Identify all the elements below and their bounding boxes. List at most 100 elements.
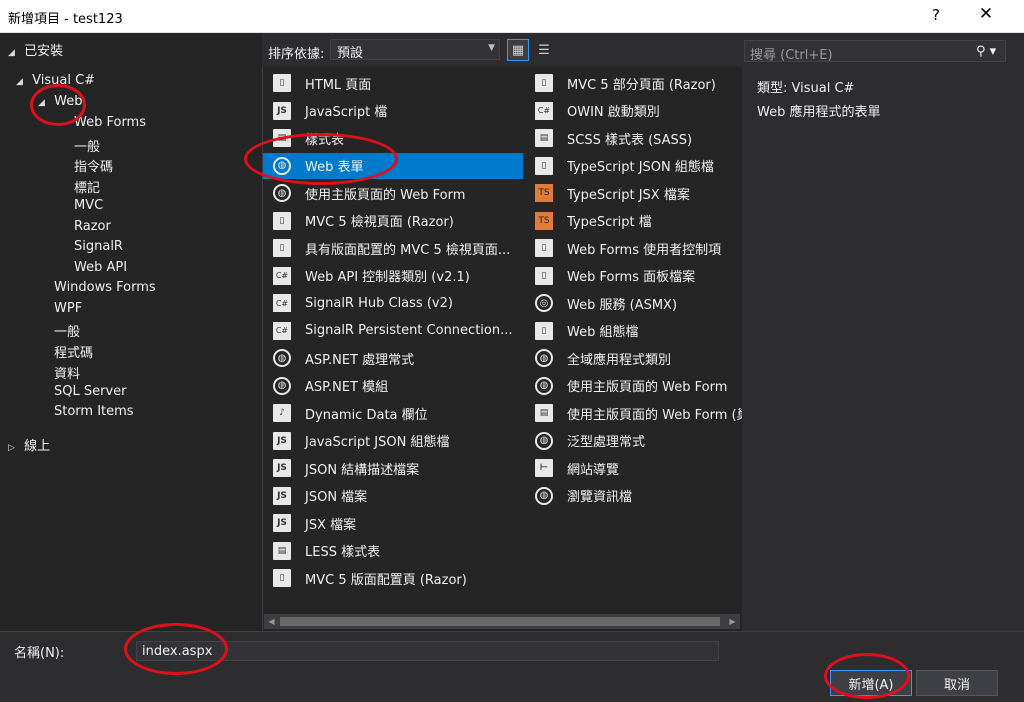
template-item[interactable]: ▤ LESS 樣式表 bbox=[263, 538, 523, 564]
template-item[interactable]: C# SignalR Persistent Connection... bbox=[263, 318, 523, 344]
template-item[interactable]: ♪ Dynamic Data 欄位 bbox=[263, 400, 523, 426]
sitemap-icon: ⊢ bbox=[535, 459, 553, 477]
template-item[interactable]: ▯ MVC 5 版面配置頁 (Razor) bbox=[263, 565, 523, 591]
template-item[interactable]: ▯ HTML 頁面 bbox=[263, 70, 523, 96]
name-label: 名稱(N): bbox=[14, 646, 65, 661]
template-item-label: SCSS 樣式表 (SASS) bbox=[567, 132, 693, 148]
template-item[interactable]: ▯ 具有版面配置的 MVC 5 檢視頁面... bbox=[263, 235, 523, 261]
sort-dropdown[interactable]: 預設 ▼ bbox=[330, 39, 500, 61]
template-item[interactable]: ◍ ASP.NET 處理常式 bbox=[263, 345, 523, 371]
template-item[interactable]: ▯ TypeScript JSON 組態檔 bbox=[525, 153, 743, 179]
scss-icon: ▤ bbox=[535, 129, 553, 147]
less-icon: ▤ bbox=[273, 541, 291, 560]
template-item[interactable]: JS JSON 結構描述檔案 bbox=[263, 455, 523, 481]
tree-node-web-child[interactable]: SignalR bbox=[74, 239, 123, 254]
help-button[interactable]: ? bbox=[924, 6, 948, 24]
chevron-down-icon: ▼ bbox=[488, 43, 495, 53]
aspnet-module-icon: ◍ bbox=[273, 376, 291, 395]
json-schema-icon: JS bbox=[273, 459, 291, 477]
list-icon: ☰ bbox=[538, 42, 550, 58]
template-item-label: HTML 頁面 bbox=[305, 77, 372, 93]
template-item[interactable]: ⊢ 網站導覽 bbox=[525, 455, 743, 481]
template-item[interactable]: ◍ 泛型處理常式 bbox=[525, 428, 743, 454]
tree-node-web-child[interactable]: 一般 bbox=[74, 136, 100, 155]
tree-node-installed[interactable]: ◢ 已安裝 bbox=[8, 40, 63, 59]
template-item-label: Web API 控制器類別 (v2.1) bbox=[305, 270, 470, 285]
web-form-master-icon: ◍ bbox=[535, 376, 553, 395]
tree-node-category[interactable]: 資料 bbox=[54, 363, 80, 382]
tree-node-web-child[interactable]: 指令碼 bbox=[74, 156, 113, 175]
tree-node-web-child[interactable]: Razor bbox=[74, 219, 111, 234]
template-item[interactable]: JS JSON 檔案 bbox=[263, 483, 523, 509]
template-item[interactable]: ◎ Web 服務 (ASMX) bbox=[525, 290, 743, 316]
grid-view-button[interactable]: ▦ bbox=[507, 39, 529, 61]
template-item[interactable]: ▤ 使用主版頁面的 Web Form (巢 bbox=[525, 400, 743, 426]
tree-node-category[interactable]: Storm Items bbox=[54, 404, 134, 419]
item-description: Web 應用程式的表單 bbox=[757, 105, 881, 120]
template-item-label: Web Forms 面板檔案 bbox=[567, 270, 696, 285]
annotation-circle-add bbox=[824, 653, 910, 699]
scrollbar-thumb[interactable] bbox=[280, 617, 720, 626]
template-item[interactable]: TS TypeScript 檔 bbox=[525, 208, 743, 234]
search-input[interactable]: 搜尋 (Ctrl+E) bbox=[744, 40, 1006, 63]
tree-node-web-child[interactable]: Web Forms bbox=[74, 115, 146, 130]
template-item-label: ASP.NET 模組 bbox=[305, 380, 389, 395]
template-item[interactable]: C# OWIN 啟動類別 bbox=[525, 98, 743, 124]
template-item[interactable]: JS JavaScript JSON 組態檔 bbox=[263, 428, 523, 454]
details-panel: 搜尋 (Ctrl+E) ⚲ ▾ 類型: Visual C# Web 應用程式的表… bbox=[742, 33, 1024, 631]
javascript-file-icon: JS bbox=[273, 101, 291, 120]
tree-node-category[interactable]: 一般 bbox=[54, 321, 80, 340]
template-item-label: JSON 檔案 bbox=[305, 490, 368, 505]
collapse-arrow-icon: ▷ bbox=[8, 443, 15, 453]
web-form-master-icon: ◍ bbox=[273, 184, 291, 202]
template-item[interactable]: ▯ Web 組態檔 bbox=[525, 318, 743, 344]
tree-node-category[interactable]: 程式碼 bbox=[54, 342, 93, 361]
tree-node-online[interactable]: ▷ 線上 bbox=[8, 435, 50, 454]
template-item-label: 泛型處理常式 bbox=[567, 435, 646, 450]
template-item[interactable]: ◍ 使用主版頁面的 Web Form bbox=[525, 373, 743, 399]
tree-node-web-child[interactable]: 標記 bbox=[74, 177, 100, 196]
template-item[interactable]: ◍ 瀏覽資訊檔 bbox=[525, 483, 743, 509]
horizontal-scrollbar[interactable]: ◀ ▶ bbox=[264, 614, 740, 629]
tree-node-web-child[interactable]: Web API bbox=[74, 260, 127, 275]
tree-node-web-child[interactable]: MVC bbox=[74, 198, 103, 213]
scroll-left-icon[interactable]: ◀ bbox=[264, 614, 279, 629]
template-item[interactable]: ▯ Web Forms 面板檔案 bbox=[525, 263, 743, 289]
template-item[interactable]: C# Web API 控制器類別 (v2.1) bbox=[263, 263, 523, 289]
cancel-button[interactable]: 取消 bbox=[916, 670, 998, 696]
template-item[interactable]: ▯ Web Forms 使用者控制項 bbox=[525, 235, 743, 261]
template-item-label: 瀏覽資訊檔 bbox=[567, 490, 633, 505]
expand-arrow-icon: ◢ bbox=[8, 48, 15, 58]
search-icon[interactable]: ⚲ ▾ bbox=[976, 42, 1006, 60]
scroll-right-icon[interactable]: ▶ bbox=[725, 614, 740, 629]
mvc-view-icon: ▯ bbox=[273, 211, 291, 230]
grid-icon: ▦ bbox=[511, 42, 525, 58]
template-item-label: OWIN 啟動類別 bbox=[567, 105, 660, 120]
template-item[interactable]: ◍ ASP.NET 模組 bbox=[263, 373, 523, 399]
mvc-layout-view-icon: ▯ bbox=[273, 239, 291, 257]
list-view-button[interactable]: ☰ bbox=[533, 39, 555, 61]
template-item[interactable]: JS JavaScript 檔 bbox=[263, 98, 523, 124]
template-item[interactable]: C# SignalR Hub Class (v2) bbox=[263, 290, 523, 316]
annotation-circle-name bbox=[124, 623, 228, 675]
template-item[interactable]: ◍ 全域應用程式類別 bbox=[525, 345, 743, 371]
global-asax-icon: ◍ bbox=[535, 349, 553, 367]
tree-node-category[interactable]: Windows Forms bbox=[54, 280, 156, 295]
template-item-label: 全域應用程式類別 bbox=[567, 352, 672, 368]
template-item[interactable]: TS TypeScript JSX 檔案 bbox=[525, 180, 743, 206]
tree-node-category[interactable]: WPF bbox=[54, 301, 82, 316]
template-item-label: Web Forms 使用者控制項 bbox=[567, 242, 722, 258]
tree-node-category[interactable]: SQL Server bbox=[54, 384, 127, 399]
close-button[interactable]: ✕ bbox=[972, 4, 1000, 24]
template-item[interactable]: ▯ MVC 5 檢視頁面 (Razor) bbox=[263, 208, 523, 234]
template-item[interactable]: ▤ SCSS 樣式表 (SASS) bbox=[525, 125, 743, 151]
template-item[interactable]: JS JSX 檔案 bbox=[263, 510, 523, 536]
template-item[interactable]: ▯ MVC 5 部分頁面 (Razor) bbox=[525, 70, 743, 96]
window-title: 新增項目 - test123 bbox=[8, 12, 123, 27]
nested-master-icon: ▤ bbox=[535, 404, 553, 422]
json-config-icon: JS bbox=[273, 431, 291, 450]
template-item-label: JavaScript 檔 bbox=[305, 105, 388, 120]
dynamic-data-icon: ♪ bbox=[273, 404, 291, 422]
browser-file-icon: ◍ bbox=[535, 486, 553, 505]
ts-json-icon: ▯ bbox=[535, 156, 553, 175]
